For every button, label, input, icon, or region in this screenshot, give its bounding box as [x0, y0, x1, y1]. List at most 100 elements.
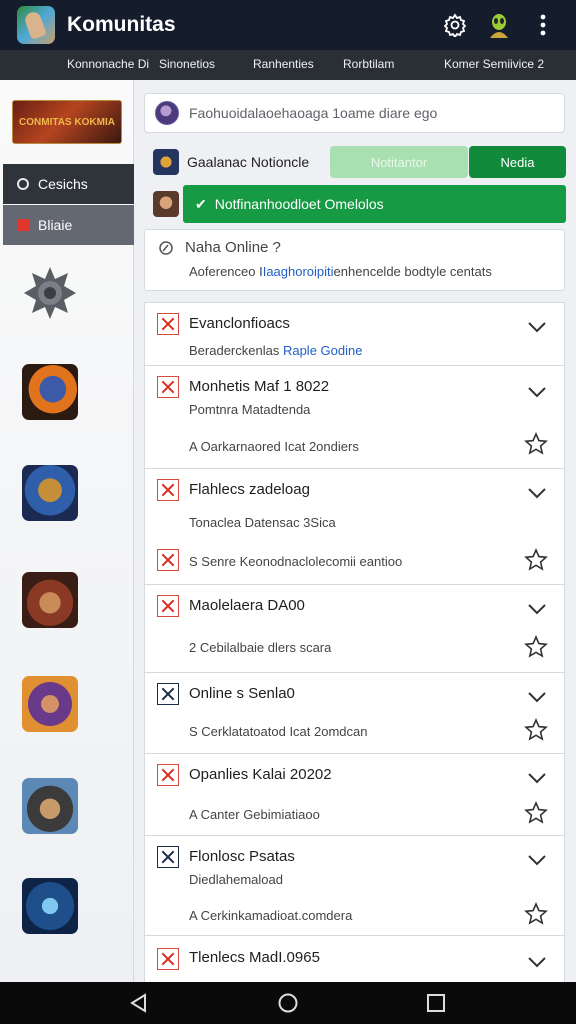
system-nav-bar: [0, 982, 576, 1024]
sidebar-item-label: Cesichs: [38, 176, 88, 192]
online-card[interactable]: Naha Online ? Aoferenceo IIaaghoroipitie…: [144, 229, 565, 291]
list-item[interactable]: Monhetis Maf 1 8022 Pomtnra Matadtenda A…: [145, 366, 564, 469]
app-title: Komunitas: [67, 13, 176, 36]
x-mark-icon: [157, 376, 179, 398]
list-item[interactable]: Maolelaera DA00 2 Cebilalbaie dlers scar…: [145, 585, 564, 673]
tab-bar: Konnonache Di Sinonetios Ranhenties Rorb…: [0, 50, 576, 80]
chevron-down-icon[interactable]: [526, 853, 548, 867]
settings-gear-icon[interactable]: [442, 10, 468, 40]
star-icon[interactable]: [524, 801, 548, 825]
list-item-title: Evanclonfioacs: [189, 315, 290, 332]
sidebar-item-label: Bliaie: [38, 217, 73, 233]
sidebar: Conmitas Kokmia Cesichs Bliaie: [0, 80, 134, 982]
app-logo[interactable]: [17, 6, 55, 44]
list-item-title: Opanlies Kalai 20202: [189, 766, 332, 783]
online-card-title: Naha Online ?: [185, 239, 281, 256]
x-mark-icon: [157, 948, 179, 970]
overflow-menu-icon[interactable]: [530, 10, 556, 40]
cowboy-hat-game-icon[interactable]: [22, 778, 78, 834]
notification-banner[interactable]: ✔ Notfinanhoodloet Omelolos: [183, 185, 566, 223]
star-icon[interactable]: [524, 548, 548, 572]
list-item-foot: 2 Cebilalbaie dlers scara: [189, 640, 332, 655]
list-item-title: Online s Senla0: [189, 685, 295, 702]
list-item-sub: Tonaclea Datensac 3Sica: [189, 515, 336, 530]
sidebar-item-cesichs[interactable]: Cesichs: [3, 164, 134, 204]
blue-knight-game-icon[interactable]: [22, 878, 78, 934]
list-item-title: Flonlosc Psatas: [189, 848, 295, 865]
chevron-down-icon[interactable]: [526, 385, 548, 399]
list-item-sub: Pomtnra Matadtenda: [189, 402, 311, 417]
x-mark-dark-icon: [157, 846, 179, 868]
chevron-down-icon[interactable]: [526, 690, 548, 704]
banner-text: Notfinanhoodloet Omelolos: [214, 196, 384, 212]
chevron-down-icon[interactable]: [526, 602, 548, 616]
list-item[interactable]: Flahlecs zadeloag Tonaclea Datensac 3Sic…: [145, 469, 564, 585]
list-item-sub: Diedlahemaload: [189, 872, 283, 887]
sidebar-item-bliaie[interactable]: Bliaie: [3, 205, 134, 245]
sidebar-banner[interactable]: Conmitas Kokmia: [12, 100, 122, 144]
app-bar: Komunitas: [0, 0, 576, 50]
list-item-sub-text: Beraderckenlas: [189, 343, 280, 358]
list-item-foot: S Senre Keonodnaclolecomii eantioo: [189, 554, 403, 569]
sidebar-banner-text: Conmitas Kokmia: [19, 116, 115, 128]
online-card-line: Aoferenceo IIaaghoroipitienhencelde bodt…: [189, 264, 492, 279]
list-item-title: Monhetis Maf 1 8022: [189, 378, 330, 395]
chevron-down-icon[interactable]: [526, 955, 548, 969]
tab-1[interactable]: Konnonache Di: [67, 57, 149, 71]
list-item-foot: A Canter Gebimiatiaoo: [189, 807, 320, 822]
chevron-down-icon[interactable]: [526, 771, 548, 785]
gear-game-icon[interactable]: [22, 265, 78, 321]
sorceress-game-icon[interactable]: [22, 676, 78, 732]
star-icon[interactable]: [524, 432, 548, 456]
notification-banner-row: ✔ Notfinanhoodloet Omelolos: [134, 184, 576, 224]
list-item-foot: A Oarkarnaored Icat 2ondiers: [189, 439, 359, 454]
star-icon[interactable]: [524, 635, 548, 659]
appbar-actions: [442, 10, 556, 40]
x-mark-dark-icon: [157, 683, 179, 705]
recents-icon[interactable]: [425, 992, 447, 1014]
list-item[interactable]: Evanclonfioacs Beraderckenlas Raple Godi…: [145, 303, 564, 366]
list-item-title: Flahlecs zadeloag: [189, 481, 310, 498]
tab-4[interactable]: Rorbtilam: [343, 57, 394, 71]
list-item[interactable]: Flonlosc Psatas Diedlahemaload A Cerkink…: [145, 836, 564, 936]
tab-3[interactable]: Ranhenties: [253, 57, 314, 71]
tab-2[interactable]: Sinonetios: [159, 57, 215, 71]
star-icon[interactable]: [524, 718, 548, 742]
nedia-button[interactable]: Nedia: [469, 146, 566, 178]
helmet-soldier-game-icon[interactable]: [22, 572, 78, 628]
chevron-down-icon[interactable]: [526, 486, 548, 500]
home-icon[interactable]: [277, 992, 299, 1014]
check-icon: ✔: [195, 195, 207, 212]
horned-warrior-game-icon[interactable]: [22, 465, 78, 521]
list-item-sub: Beraderckenlas Raple Godine: [189, 343, 362, 358]
search-avatar-icon: [155, 101, 179, 125]
notification-game-icon: [153, 149, 179, 175]
notification-row: Gaalanac Notioncle Notitantor Nedia: [134, 143, 576, 181]
list-item[interactable]: Tlenlecs MadI.0965: [145, 936, 564, 982]
star-icon[interactable]: [524, 902, 548, 926]
tab-5[interactable]: Komer Semiivice 2: [444, 57, 544, 71]
banner-avatar-icon: [153, 191, 179, 217]
list-item-sub-link[interactable]: Raple Godine: [283, 343, 363, 358]
notitantor-button[interactable]: Notitantor: [330, 146, 468, 178]
online-card-suffix: enhencelde bodtyle centats: [333, 264, 492, 279]
alien-profile-icon[interactable]: [486, 10, 512, 40]
list-item-title: Tlenlecs MadI.0965: [189, 949, 320, 966]
online-card-link[interactable]: Iaaghoroipiti: [263, 264, 334, 279]
list-item-foot: A Cerkinkamadioat.comdera: [189, 908, 353, 923]
online-card-prefix: Aoferenceo I: [189, 264, 263, 279]
list-item[interactable]: Opanlies Kalai 20202 A Canter Gebimiatia…: [145, 754, 564, 836]
list-item-foot: S Cerklatatoatod Icat 2omdcan: [189, 724, 368, 739]
fire-warrior-game-icon[interactable]: [22, 364, 78, 420]
x-mark-icon: [157, 764, 179, 786]
x-mark-icon: [157, 313, 179, 335]
flag-icon: [17, 219, 29, 231]
chevron-down-icon[interactable]: [526, 320, 548, 334]
event-list: Evanclonfioacs Beraderckenlas Raple Godi…: [144, 302, 565, 982]
search-input[interactable]: Faohuoidalaoehaoaga 1oame diare ego: [144, 93, 565, 133]
slash-circle-icon: [159, 240, 173, 255]
main-content: Faohuoidalaoehaoaga 1oame diare ego Gaal…: [134, 80, 576, 982]
x-mark-icon: [157, 479, 179, 501]
list-item[interactable]: Online s Senla0 S Cerklatatoatod Icat 2o…: [145, 673, 564, 754]
back-icon[interactable]: [128, 992, 150, 1014]
